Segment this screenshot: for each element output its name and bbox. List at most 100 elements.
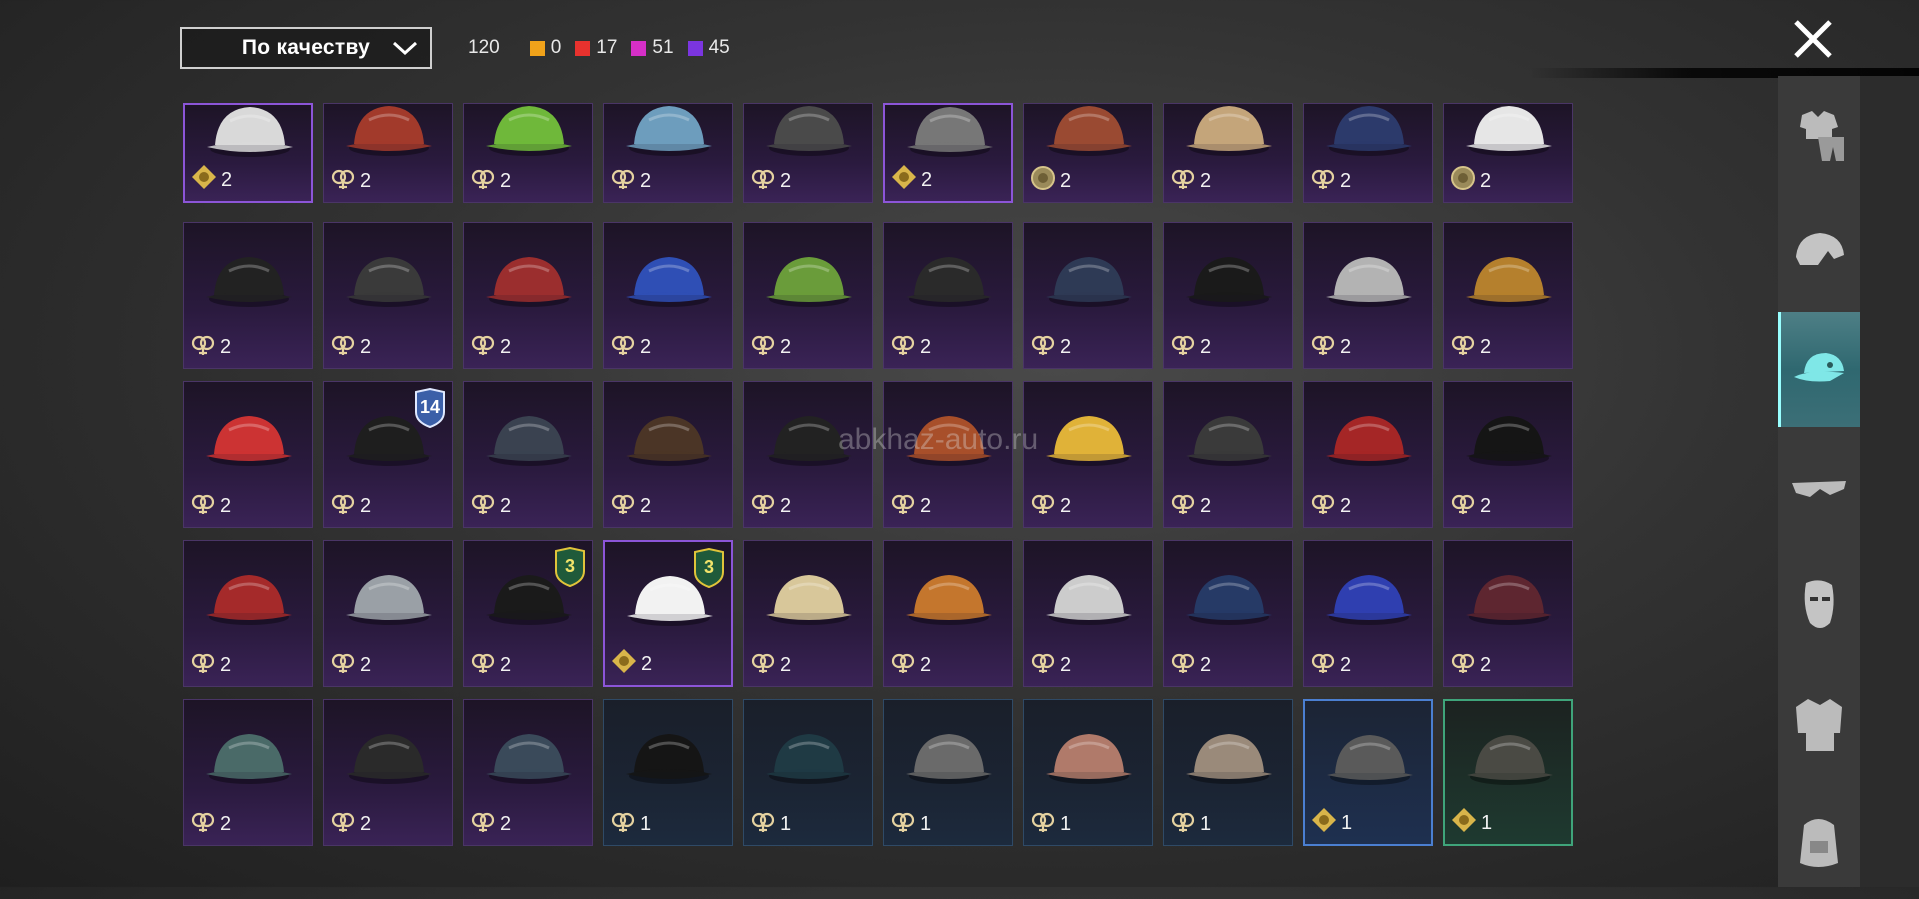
item-card[interactable]: 2: [1303, 222, 1433, 369]
item-price: 2: [330, 808, 371, 840]
item-quantity: 1: [1200, 812, 1212, 835]
item-price: 2: [191, 164, 232, 196]
item-art: [464, 223, 592, 338]
hat-icon: [486, 416, 572, 466]
hat-icon: [346, 257, 432, 307]
item-quantity: 2: [780, 494, 792, 517]
item-quantity: 2: [360, 812, 372, 835]
hat-icon: [346, 734, 432, 784]
item-card[interactable]: 1: [603, 699, 733, 846]
item-card[interactable]: 2: [1443, 540, 1573, 687]
item-card[interactable]: 2: [1303, 103, 1433, 203]
item-card[interactable]: 2: [323, 103, 453, 203]
close-button[interactable]: [1788, 14, 1838, 64]
item-art: [884, 541, 1012, 656]
orange-square-icon: [529, 40, 545, 56]
item-price: 2: [1170, 490, 1211, 522]
hat-icon: [1327, 735, 1413, 785]
item-card[interactable]: 2: [1163, 222, 1293, 369]
sidebar-edge: [1860, 76, 1919, 887]
category-helmet[interactable]: [1778, 194, 1860, 309]
category-glasses[interactable]: [1778, 430, 1860, 545]
item-card[interactable]: 2: [1443, 103, 1573, 203]
category-mask[interactable]: [1778, 548, 1860, 663]
sort-dropdown[interactable]: По качеству: [180, 27, 432, 69]
hat-icon: [1186, 416, 1272, 466]
item-card[interactable]: 2: [463, 699, 593, 846]
item-card[interactable]: 2: [603, 222, 733, 369]
item-card[interactable]: 2: [883, 103, 1013, 203]
item-card[interactable]: 2: [183, 540, 313, 687]
item-art: [884, 700, 1012, 815]
category-jacket[interactable]: [1778, 666, 1860, 781]
item-quantity: 2: [1060, 653, 1072, 676]
bp-currency-icon: [330, 490, 356, 522]
bp-currency-icon: [470, 165, 496, 197]
item-card[interactable]: 2: [1023, 381, 1153, 528]
item-quantity: 2: [500, 812, 512, 835]
item-card[interactable]: 2: [1303, 381, 1433, 528]
item-card[interactable]: 2: [1303, 540, 1433, 687]
item-card[interactable]: 2: [463, 222, 593, 369]
item-card[interactable]: 2: [183, 222, 313, 369]
item-quantity: 2: [1200, 653, 1212, 676]
diamond-currency-icon: [1451, 807, 1477, 839]
item-card[interactable]: 2: [1163, 381, 1293, 528]
item-card[interactable]: 2: [463, 381, 593, 528]
item-card[interactable]: 1: [883, 699, 1013, 846]
item-card[interactable]: 1: [1303, 699, 1433, 846]
item-card[interactable]: 2: [743, 222, 873, 369]
item-card[interactable]: 2: [743, 540, 873, 687]
item-card[interactable]: 14 2: [323, 381, 453, 528]
item-card[interactable]: 2: [1023, 222, 1153, 369]
item-card[interactable]: 1: [1163, 699, 1293, 846]
bp-currency-icon: [1030, 649, 1056, 681]
item-card[interactable]: 1: [1023, 699, 1153, 846]
category-outfit[interactable]: [1778, 76, 1860, 191]
item-card[interactable]: 2: [323, 222, 453, 369]
item-card[interactable]: 2: [323, 540, 453, 687]
item-price: 2: [1310, 165, 1351, 197]
bp-currency-icon: [750, 331, 776, 363]
item-card[interactable]: 2: [603, 381, 733, 528]
item-card[interactable]: 1: [1443, 699, 1573, 846]
item-quantity: 1: [1481, 811, 1493, 834]
item-card[interactable]: 2: [1443, 381, 1573, 528]
bp-currency-icon: [1310, 165, 1336, 197]
item-card[interactable]: 2: [1023, 103, 1153, 203]
hat-icon: [766, 575, 852, 625]
item-card[interactable]: 2: [1443, 222, 1573, 369]
item-card[interactable]: 2: [743, 103, 873, 203]
item-price: 2: [1310, 331, 1351, 363]
bp-currency-icon: [1170, 490, 1196, 522]
item-card[interactable]: 1: [743, 699, 873, 846]
item-card[interactable]: 2: [883, 540, 1013, 687]
item-card[interactable]: 2: [463, 103, 593, 203]
item-card[interactable]: 32: [463, 540, 593, 687]
item-price: 2: [190, 490, 231, 522]
category-cap[interactable]: [1778, 312, 1860, 427]
item-card[interactable]: 2: [323, 699, 453, 846]
hat-icon: [1466, 257, 1552, 307]
bp-currency-icon: [890, 490, 916, 522]
item-quantity: 2: [1200, 335, 1212, 358]
item-art: [604, 223, 732, 338]
item-card[interactable]: 2: [1163, 540, 1293, 687]
item-card[interactable]: 2: [1163, 103, 1293, 203]
item-card[interactable]: 2: [883, 222, 1013, 369]
item-card[interactable]: 2: [183, 103, 313, 203]
item-price: 2: [330, 649, 371, 681]
category-backpack[interactable]: [1778, 784, 1860, 899]
hat-icon: [626, 257, 712, 307]
item-price: 2: [330, 331, 371, 363]
item-card[interactable]: 32: [603, 540, 733, 687]
hat-icon: [626, 416, 712, 466]
bp-currency-icon: [750, 165, 776, 197]
item-card[interactable]: 2: [603, 103, 733, 203]
item-card[interactable]: 2: [183, 699, 313, 846]
bp-currency-icon: [610, 808, 636, 840]
item-price: 1: [1451, 807, 1492, 839]
item-price: 1: [610, 808, 651, 840]
item-card[interactable]: 2: [1023, 540, 1153, 687]
item-card[interactable]: 2: [183, 381, 313, 528]
